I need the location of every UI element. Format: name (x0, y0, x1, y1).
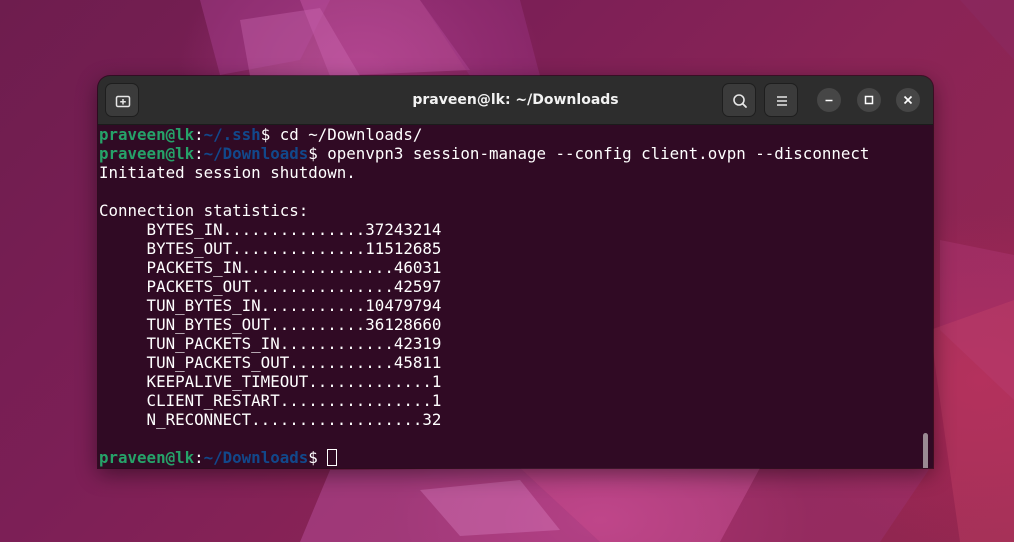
close-button[interactable] (896, 88, 920, 112)
output-line: TUN_BYTES_IN...........10479794 (99, 296, 869, 315)
hamburger-menu-icon (777, 96, 787, 106)
output-line: PACKETS_IN................46031 (99, 258, 869, 277)
prompt-path: ~/.ssh (203, 125, 261, 144)
command-text: cd ~/Downloads/ (270, 125, 423, 144)
prompt-line: praveen@lk:~/.ssh$ cd ~/Downloads/ (99, 125, 869, 144)
search-button[interactable] (722, 83, 756, 117)
window-title: praveen@lk: ~/Downloads (412, 92, 619, 108)
output-line: CLIENT_RESTART................1 (99, 391, 869, 410)
text-cursor (327, 449, 338, 466)
output-line: Connection statistics: (99, 201, 869, 220)
output-text: TUN_PACKETS_IN............42319 (99, 334, 442, 353)
menu-button[interactable] (764, 83, 798, 117)
close-icon (903, 95, 913, 105)
command-text: openvpn3 session-manage --config client.… (317, 144, 870, 163)
terminal-output-area[interactable]: praveen@lk:~/.ssh$ cd ~/Downloads/pravee… (98, 125, 933, 468)
prompt-symbol: $ (308, 144, 318, 163)
search-icon (733, 94, 747, 108)
output-line: Initiated session shutdown. (99, 163, 869, 182)
prompt-symbol: $ (308, 448, 318, 467)
output-line: BYTES_OUT..............11512685 (99, 239, 869, 258)
output-line: PACKETS_OUT...............42597 (99, 277, 869, 296)
output-text: PACKETS_OUT...............42597 (99, 277, 442, 296)
output-line: N_RECONNECT..................32 (99, 410, 869, 429)
output-text: TUN_BYTES_OUT..........36128660 (99, 315, 442, 334)
terminal-scrollbar[interactable] (923, 433, 928, 468)
title-bar[interactable]: praveen@lk: ~/Downloads (98, 76, 933, 125)
new-tab-icon (115, 95, 131, 108)
maximize-icon (864, 95, 874, 105)
output-line: BYTES_IN...............37243214 (99, 220, 869, 239)
output-text: CLIENT_RESTART................1 (99, 391, 442, 410)
output-text: Connection statistics: (99, 201, 309, 220)
prompt-path: ~/Downloads (203, 144, 309, 163)
prompt-separator: : (194, 125, 204, 144)
prompt-user: praveen@lk (99, 125, 195, 144)
output-line: TUN_BYTES_OUT..........36128660 (99, 315, 869, 334)
prompt-separator: : (194, 144, 204, 163)
output-text: Initiated session shutdown. (99, 163, 356, 182)
prompt-symbol: $ (260, 125, 271, 144)
prompt-user: praveen@lk (99, 144, 195, 163)
prompt-user: praveen@lk (99, 448, 195, 467)
output-text: PACKETS_IN................46031 (99, 258, 442, 277)
output-text: BYTES_IN...............37243214 (99, 220, 442, 239)
prompt-separator: : (194, 448, 204, 467)
output-line: TUN_PACKETS_OUT...........45811 (99, 353, 869, 372)
new-tab-button[interactable] (105, 83, 139, 117)
output-line: TUN_PACKETS_IN............42319 (99, 334, 869, 353)
prompt-line: praveen@lk:~/Downloads$ (99, 448, 869, 467)
output-text: TUN_BYTES_IN...........10479794 (99, 296, 442, 315)
prompt-path: ~/Downloads (203, 448, 309, 467)
terminal-window: praveen@lk: ~/Downloads praveen@lk:~/.ss… (98, 76, 933, 468)
prompt-line: praveen@lk:~/Downloads$ openvpn3 session… (99, 144, 869, 163)
output-line: KEEPALIVE_TIMEOUT.............1 (99, 372, 869, 391)
command-text (318, 448, 328, 467)
output-text: N_RECONNECT..................32 (99, 410, 442, 429)
terminal-text: praveen@lk:~/.ssh$ cd ~/Downloads/pravee… (99, 125, 869, 467)
output-text: KEEPALIVE_TIMEOUT.............1 (99, 372, 442, 391)
output-text: BYTES_OUT..............11512685 (99, 239, 442, 258)
output-text: TUN_PACKETS_OUT...........45811 (99, 353, 442, 372)
minimize-button[interactable] (817, 88, 841, 112)
minimize-icon (825, 99, 833, 102)
maximize-button[interactable] (857, 88, 881, 112)
